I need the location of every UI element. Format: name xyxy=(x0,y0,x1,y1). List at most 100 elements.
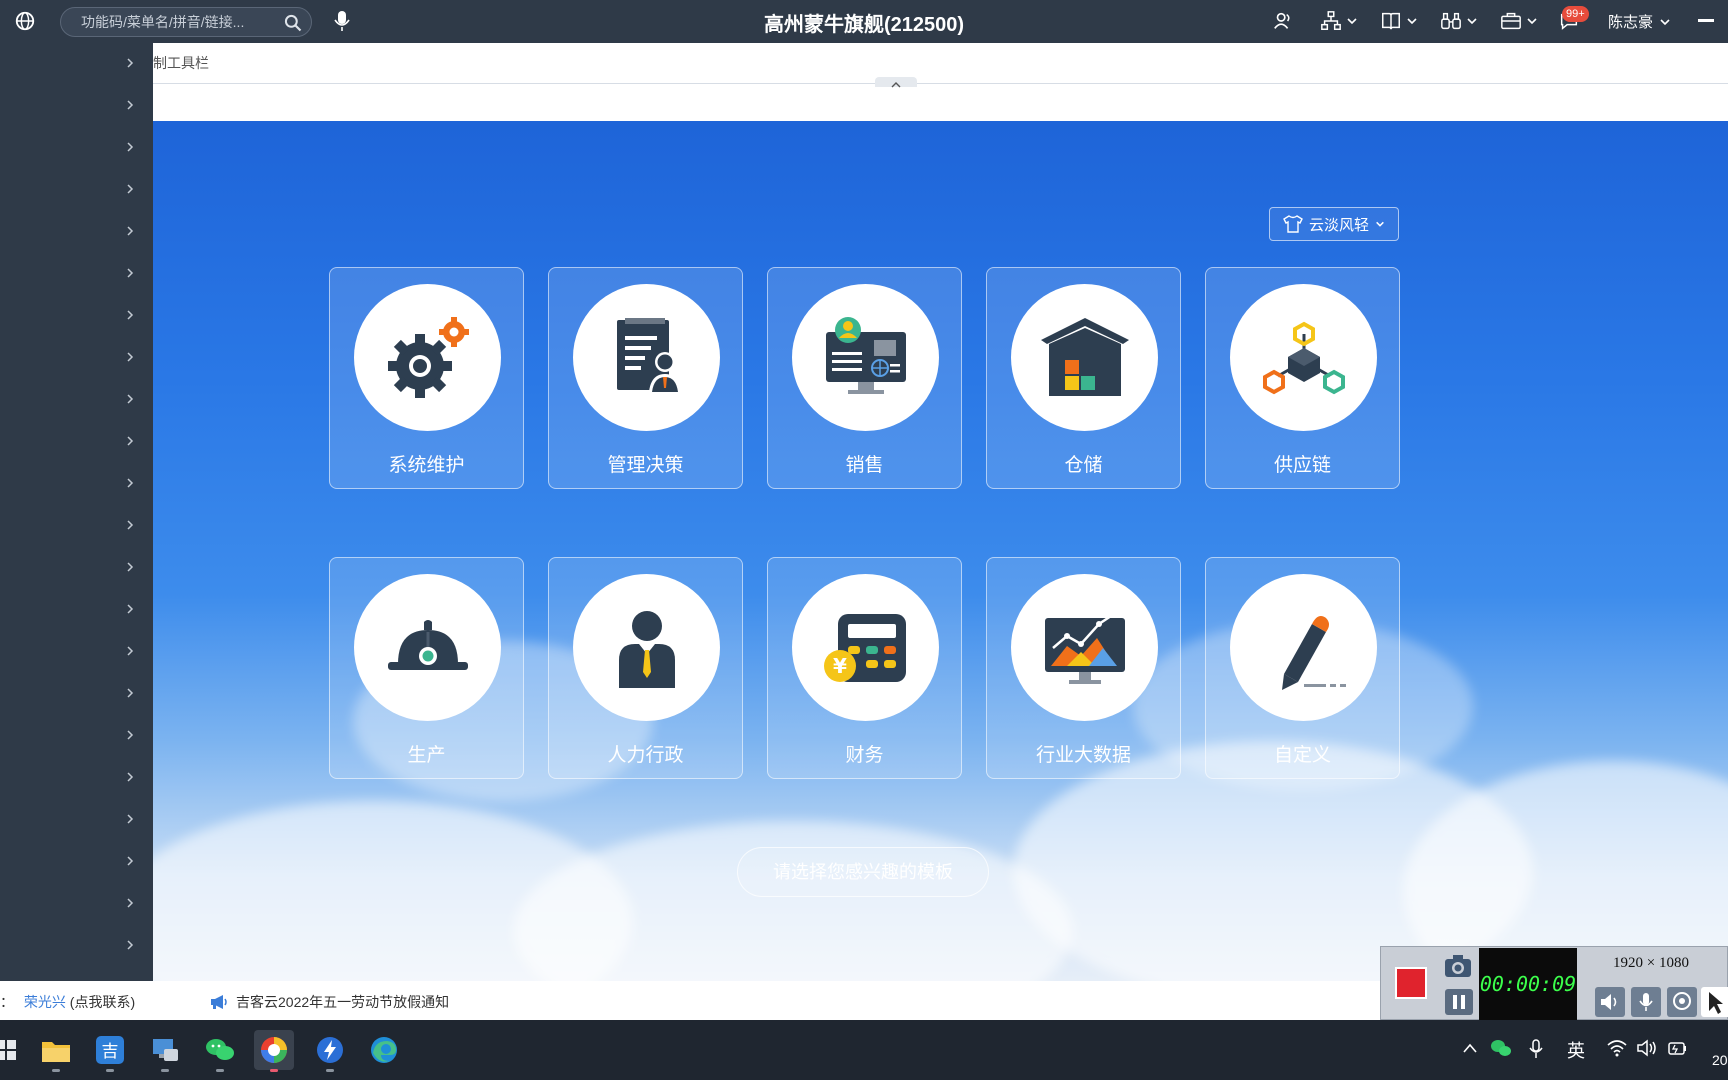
search-input[interactable]: 功能码/菜单名/拼音/链接... xyxy=(60,7,312,37)
module-card-big-data[interactable]: 行业大数据 xyxy=(986,557,1181,779)
module-icon-circle: ¥ xyxy=(792,574,939,721)
sidebar-item[interactable] xyxy=(0,799,153,841)
book-menu-button[interactable] xyxy=(1380,9,1418,33)
sidebar-item[interactable] xyxy=(0,757,153,799)
volume-icon[interactable] xyxy=(1636,1038,1658,1058)
org-menu-button[interactable] xyxy=(1320,9,1358,33)
theme-select[interactable]: 云淡风轻 xyxy=(1269,207,1399,241)
chevron-right-icon xyxy=(127,856,134,866)
recording-resolution: 1920 × 1080 xyxy=(1613,955,1689,971)
chevron-right-icon xyxy=(127,898,134,908)
apps-menu-button[interactable] xyxy=(1440,9,1478,33)
module-label: 自定义 xyxy=(1273,745,1331,766)
chevron-up-icon[interactable] xyxy=(1462,1042,1478,1054)
chevron-right-icon xyxy=(127,310,134,320)
minimize-icon[interactable] xyxy=(1698,19,1714,22)
taskbar-app-lightning[interactable] xyxy=(310,1030,350,1072)
sidebar-item[interactable] xyxy=(0,925,153,967)
sidebar-item[interactable] xyxy=(0,673,153,715)
sidebar-item[interactable] xyxy=(0,883,153,925)
battery-icon[interactable] xyxy=(1666,1038,1688,1058)
wechat-icon xyxy=(206,1039,234,1060)
chevron-down-icon xyxy=(1467,18,1477,25)
monitor-contact-icon xyxy=(825,316,906,394)
globe-icon[interactable] xyxy=(14,10,36,32)
folder-icon xyxy=(42,1042,70,1062)
sidebar-item[interactable] xyxy=(0,463,153,505)
microphone-icon xyxy=(1639,993,1653,1011)
sidebar-item[interactable] xyxy=(0,169,153,211)
cursor-toggle[interactable] xyxy=(1701,987,1728,1017)
taskbar-browser-active[interactable] xyxy=(254,1030,294,1072)
document-person-icon xyxy=(616,317,681,392)
contacts-button[interactable] xyxy=(1272,9,1294,33)
module-card-management[interactable]: 管理决策 xyxy=(548,267,743,489)
chevron-right-icon xyxy=(127,184,134,194)
chevron-right-icon xyxy=(127,142,134,152)
search-icon[interactable] xyxy=(283,13,303,33)
service-contact[interactable]: ： 荣光兴 (点我联系) xyxy=(0,992,135,1012)
module-card-warehouse[interactable]: 仓储 xyxy=(986,267,1181,489)
sidebar-item[interactable] xyxy=(0,841,153,883)
taskbar-wechat[interactable] xyxy=(200,1030,240,1072)
wifi-icon[interactable] xyxy=(1606,1038,1628,1058)
taskbar-app-jike[interactable]: 吉 xyxy=(90,1030,130,1072)
module-label: 人力行政 xyxy=(607,745,684,766)
sidebar-item[interactable] xyxy=(0,295,153,337)
contact-name[interactable]: 荣光兴 xyxy=(24,994,66,1010)
sidebar-item[interactable] xyxy=(0,631,153,673)
speaker-toggle[interactable] xyxy=(1595,987,1625,1017)
mic-toggle[interactable] xyxy=(1631,987,1661,1017)
sidebar xyxy=(0,43,153,981)
sidebar-item[interactable] xyxy=(0,379,153,421)
start-button[interactable] xyxy=(0,1030,26,1070)
toolbox-menu-button[interactable] xyxy=(1500,9,1538,33)
select-template-button[interactable]: 请选择您感兴趣的模板 xyxy=(737,847,989,897)
camera-icon[interactable] xyxy=(1443,953,1473,979)
app-ji-icon: 吉 xyxy=(96,1036,124,1064)
module-card-system[interactable]: 系统维护 xyxy=(329,267,524,489)
announcement-link[interactable]: 吉客云2022年五一劳动节放假通知 xyxy=(210,992,449,1012)
taskbar-edge[interactable] xyxy=(364,1030,404,1070)
microphone-icon[interactable] xyxy=(333,10,351,32)
microphone-icon[interactable] xyxy=(1528,1038,1544,1060)
module-card-hr[interactable]: 人力行政 xyxy=(548,557,743,779)
ime-indicator[interactable]: 英 xyxy=(1567,1037,1585,1063)
sidebar-item[interactable] xyxy=(0,43,153,85)
sidebar-item[interactable] xyxy=(0,589,153,631)
pause-button[interactable] xyxy=(1445,989,1473,1015)
module-card-sales[interactable]: 销售 xyxy=(767,267,962,489)
collapse-handle[interactable] xyxy=(875,77,917,88)
sidebar-item[interactable] xyxy=(0,547,153,589)
webcam-toggle[interactable] xyxy=(1667,987,1697,1017)
sidebar-item[interactable] xyxy=(0,715,153,757)
sidebar-item[interactable] xyxy=(0,211,153,253)
sidebar-item[interactable] xyxy=(0,127,153,169)
taskbar-file-explorer[interactable] xyxy=(36,1030,76,1072)
user-name: 陈志豪 xyxy=(1608,14,1654,31)
chevron-right-icon xyxy=(127,814,134,824)
module-icon-circle xyxy=(573,574,720,721)
module-card-production[interactable]: 生产 xyxy=(329,557,524,779)
taskbar-app-remote[interactable] xyxy=(145,1030,185,1072)
calculator-yen-icon: ¥ xyxy=(823,613,906,682)
sidebar-item[interactable] xyxy=(0,85,153,127)
chevron-up-icon xyxy=(891,82,901,88)
sidebar-item[interactable] xyxy=(0,505,153,547)
module-card-custom[interactable]: 自定义 xyxy=(1205,557,1400,779)
sidebar-item[interactable] xyxy=(0,253,153,295)
sidebar-item[interactable] xyxy=(0,421,153,463)
module-label: 供应链 xyxy=(1273,455,1331,476)
recording-timer: 00:00:09 xyxy=(1479,948,1577,1020)
wechat-tray-icon[interactable] xyxy=(1490,1038,1512,1058)
user-menu[interactable]: 陈志豪 xyxy=(1608,11,1671,32)
stop-record-button[interactable] xyxy=(1395,967,1427,999)
edge-icon xyxy=(371,1037,397,1063)
module-card-supply-chain[interactable]: 供应链 xyxy=(1205,267,1400,489)
sidebar-item[interactable] xyxy=(0,337,153,379)
screen-recorder-widget: 00:00:09 1920 × 1080 xyxy=(1380,946,1728,1020)
people-icon xyxy=(1274,12,1290,29)
gears-icon xyxy=(387,316,469,398)
module-card-finance[interactable]: ¥ 财务 xyxy=(767,557,962,779)
computer-icon xyxy=(153,1039,178,1061)
